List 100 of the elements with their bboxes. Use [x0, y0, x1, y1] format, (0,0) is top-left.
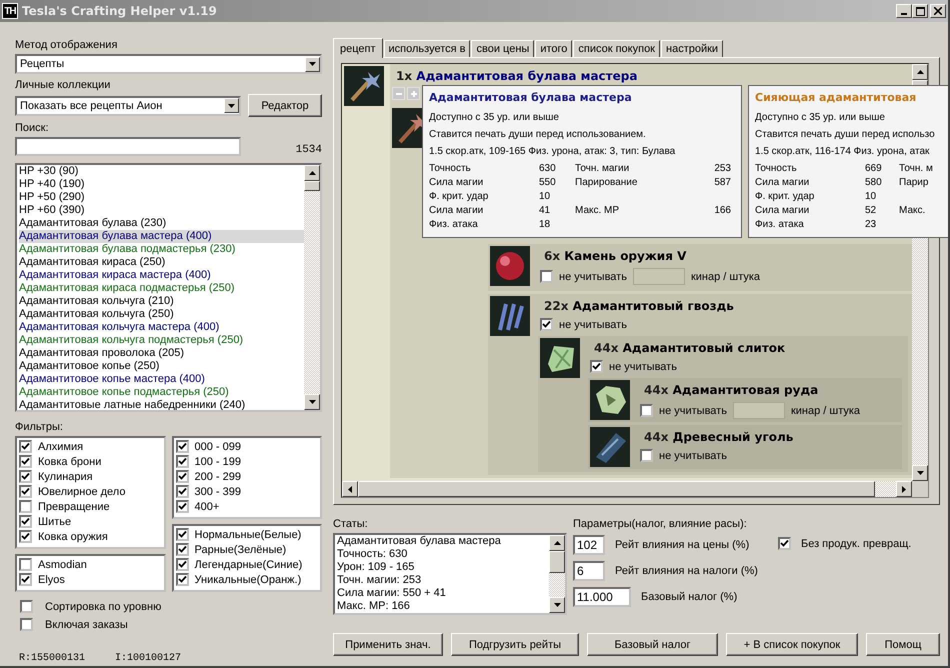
vertical-scrollbar[interactable]: [304, 165, 320, 410]
recipe-list-item[interactable]: Адамантитовое копье мастера (400): [19, 373, 304, 386]
checkbox[interactable]: [19, 515, 32, 528]
recipe-list-item[interactable]: Адамантитовая булава подмастерья (230): [19, 243, 304, 256]
tab[interactable]: рецепт: [333, 38, 383, 58]
vertical-scrollbar[interactable]: [549, 535, 565, 613]
search-field[interactable]: [15, 137, 241, 156]
checkbox[interactable]: [590, 360, 603, 373]
recipe-list-item[interactable]: Адамантитовое копье (250): [19, 360, 304, 373]
minimize-button[interactable]: [896, 4, 912, 18]
checkbox[interactable]: [19, 455, 32, 468]
parameter-field[interactable]: 11.000: [573, 587, 631, 607]
checkbox[interactable]: [20, 618, 33, 631]
maximize-button[interactable]: [912, 4, 928, 18]
right-arrow-icon: [902, 486, 906, 492]
dropdown-button[interactable]: [305, 56, 320, 72]
up-arrow-icon: [916, 70, 924, 74]
option-label: Включая заказы: [45, 618, 128, 630]
recipe-list-item[interactable]: Адамантитовая кираса (250): [19, 256, 304, 269]
scroll-up-button[interactable]: [304, 165, 320, 181]
recipe-list-item[interactable]: HP +40 (190): [19, 178, 304, 191]
action-button[interactable]: Подгрузить рейты: [451, 633, 579, 656]
window-title: Tesla's Crafting Helper v1.19: [22, 4, 218, 18]
recipe-list-item[interactable]: Адамантитовое копье подмастерья (250): [19, 386, 304, 399]
status-text: R:155000131: [19, 653, 86, 664]
scrollbar-thumb[interactable]: [549, 551, 565, 573]
parameter-label: Рейт влияния на цены (%): [615, 539, 750, 551]
checkbox[interactable]: [540, 318, 553, 331]
recipe-list-item[interactable]: HP +30 (90): [19, 165, 304, 178]
scroll-up-button[interactable]: [912, 64, 928, 80]
recipe-list-item[interactable]: Адамантитовая кираса мастера (400): [19, 269, 304, 282]
parameter-field[interactable]: 102: [573, 535, 605, 555]
checkbox[interactable]: [19, 558, 32, 571]
checkbox[interactable]: [19, 530, 32, 543]
recipe-list-item[interactable]: Адамантитовая кольчуга (250): [19, 308, 304, 321]
parameter-field[interactable]: 6: [573, 561, 605, 581]
collections-dropdown[interactable]: Показать все рецепты Аион: [15, 96, 241, 116]
stat-label: Сила магии: [755, 204, 810, 218]
recipe-list-item[interactable]: Адамантитовые латные набедренники (240): [19, 399, 304, 410]
checkbox[interactable]: [640, 449, 653, 462]
recipe-list-item[interactable]: HP +50 (290): [19, 191, 304, 204]
scroll-up-button[interactable]: [549, 535, 565, 551]
recipe-list-item[interactable]: Адамантитовая кольчуга подмастерья (250): [19, 334, 304, 347]
scroll-right-button[interactable]: [896, 481, 912, 497]
close-button[interactable]: [930, 4, 946, 18]
scroll-down-button[interactable]: [549, 597, 565, 613]
checkbox[interactable]: [176, 455, 188, 468]
checkbox-label: не учитывать: [659, 450, 727, 462]
item-title: 22x Адамантитовый гвоздь: [543, 298, 735, 314]
tab[interactable]: итого: [535, 40, 572, 57]
tab[interactable]: свои цены: [471, 40, 534, 57]
checkbox[interactable]: [176, 500, 188, 513]
recipe-list-item[interactable]: HP +60 (390): [19, 204, 304, 217]
action-button[interactable]: Базовый налог: [587, 633, 718, 656]
tab[interactable]: используется в: [384, 40, 470, 57]
stat-value: 10: [865, 190, 878, 204]
checkbox[interactable]: [176, 485, 188, 498]
price-field[interactable]: [632, 268, 685, 285]
stats-textbox[interactable]: Адамантитовая булава мастера Точность: 630 Урон: 109 - 165 Точн. магии: 253 Сила магии: 550 + 41 Макс. MP: 166: [333, 533, 567, 615]
checkbox[interactable]: [176, 543, 188, 556]
checkbox[interactable]: [540, 270, 553, 283]
rock-icon: [590, 380, 630, 420]
checkbox[interactable]: [176, 440, 188, 453]
dropdown-button[interactable]: [224, 98, 239, 113]
recipe-list-item[interactable]: Адамантитовая булава мастера (400): [19, 230, 304, 243]
checkbox[interactable]: [19, 485, 32, 498]
tooltip-text: Ставится печать души перед использованием.: [429, 128, 647, 142]
stat-value: 23: [865, 218, 878, 232]
action-button[interactable]: Применить знач.: [333, 633, 443, 656]
ingot-icon: [540, 338, 580, 378]
checkbox[interactable]: [176, 573, 188, 586]
tab[interactable]: список покупок: [573, 40, 660, 57]
scroll-down-button[interactable]: [304, 394, 320, 410]
recipe-list-item[interactable]: Адамантитовая кольчуга (210): [19, 295, 304, 308]
checkbox[interactable]: [19, 573, 32, 586]
scroll-down-button[interactable]: [912, 465, 928, 481]
option-label: Сортировка по уровню: [45, 600, 162, 612]
recipe-list-item[interactable]: Адамантитовая кираса подмастерья (250): [19, 282, 304, 295]
recipe-list-item[interactable]: Адамантитовая проволока (205): [19, 347, 304, 360]
checkbox[interactable]: [778, 537, 791, 550]
editor-button[interactable]: Редактор: [248, 94, 322, 117]
scroll-left-button[interactable]: [342, 481, 358, 497]
recipe-list-item[interactable]: Адамантитовая кольчуга мастера (400): [19, 321, 304, 334]
checkbox[interactable]: [640, 404, 653, 417]
checkbox[interactable]: [176, 528, 188, 541]
checkbox[interactable]: [176, 558, 188, 571]
display-mode-dropdown[interactable]: Рецепты: [15, 54, 322, 74]
checkbox[interactable]: [20, 600, 33, 613]
checkbox[interactable]: [19, 500, 32, 513]
checkbox[interactable]: [176, 470, 188, 483]
filter-label: Рарные(Зелёные): [194, 544, 286, 556]
stat-value: 630: [539, 162, 557, 176]
tab[interactable]: настройки: [661, 40, 724, 57]
action-button[interactable]: Помощ: [866, 633, 940, 656]
checkbox[interactable]: [19, 440, 32, 453]
checkbox[interactable]: [19, 470, 32, 483]
recipe-list-item[interactable]: Адамантитовая булава (230): [19, 217, 304, 230]
scrollbar-thumb[interactable]: [304, 181, 320, 191]
action-button[interactable]: + В список покупок: [726, 633, 858, 656]
price-field[interactable]: [732, 402, 785, 419]
